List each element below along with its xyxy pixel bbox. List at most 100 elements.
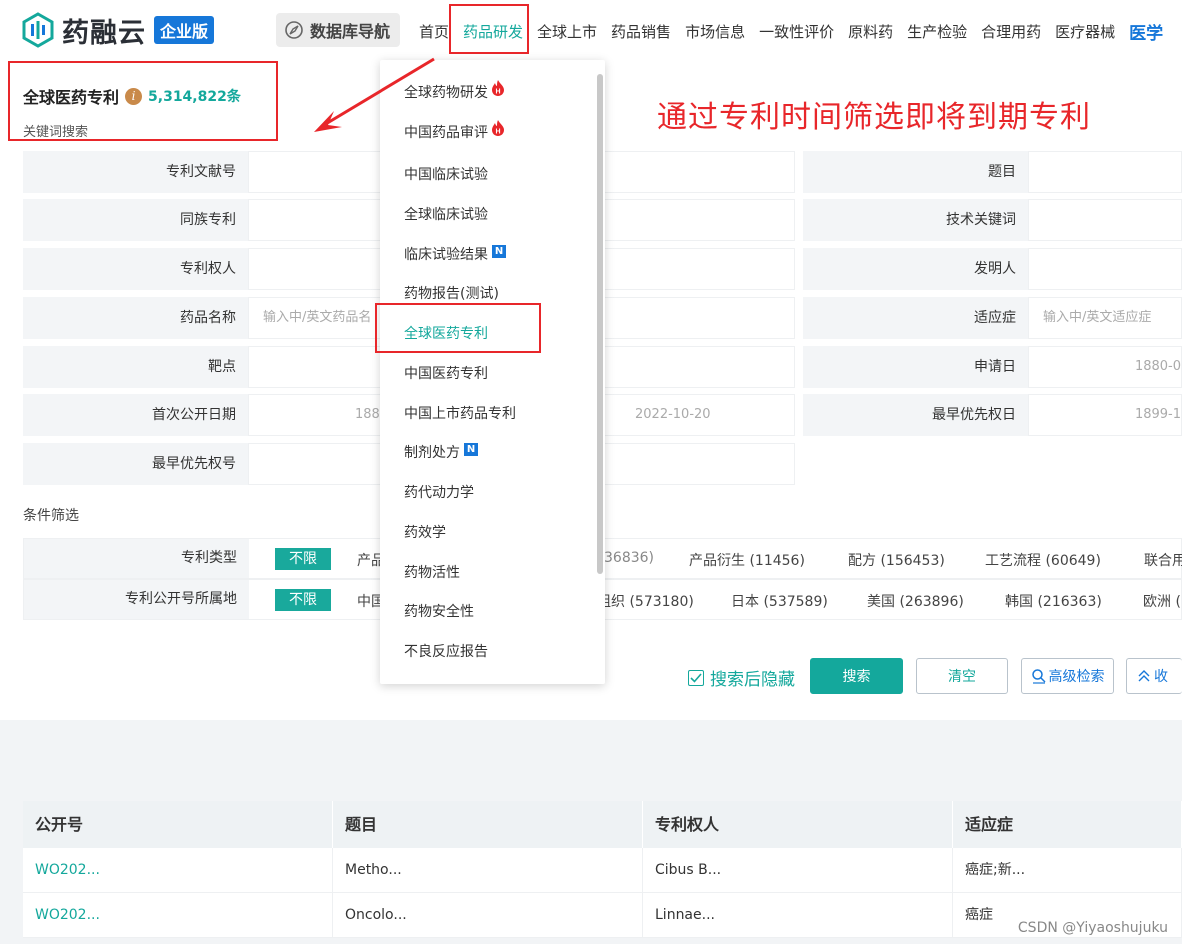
highlight-box-menu-item [375,303,541,353]
indication-input[interactable]: 输入中/英文适应症 [1028,297,1182,339]
column-header[interactable]: 适应症 [953,801,1182,848]
menu-item-label: 中国医药专利 [404,366,488,382]
clear-button[interactable]: 清空 [916,658,1008,694]
table-cell: 癌症;新... [953,848,1182,892]
advanced-search-label: 高级检索 [1048,669,1105,685]
field-row-earliest-priority-date: 最早优先权日 1899-1 [803,394,1182,436]
watermark: CSDN @Yiyaoshujuku [1017,920,1168,936]
table-row[interactable]: WO202... Oncolo... Linnae... 癌症 [23,893,1182,938]
drug-rd-dropdown-menu: 全球药物研发 H 中国药品审评 H 中国临床试验 全球临床试验 临床试验结果 N… [380,60,605,684]
results-table: 公开号 题目 专利权人 适应症 WO202... Metho... Cibus … [23,801,1182,938]
field-label: 靶点 [23,346,248,388]
table-cell: Oncolo... [333,893,643,937]
field-row-application-date: 申请日 1880-0 [803,346,1182,388]
filter-option[interactable]: 欧洲 ( [1143,591,1181,611]
collapse-button[interactable]: 收 [1126,658,1182,694]
check-icon [688,669,704,686]
nav-consistency-eval[interactable]: 一致性评价 [752,21,841,42]
logo[interactable]: 药融云 企业版 [20,10,215,50]
filter-option[interactable]: 韩国 (216363) [1005,591,1102,611]
menu-item-drug-report[interactable]: 药物报告(测试) [404,283,499,303]
menu-item-label: 药物活性 [404,565,460,581]
menu-item-pharmacokinetics[interactable]: 药代动力学 [404,482,474,502]
nav-market-info[interactable]: 市场信息 [678,21,752,42]
publication-number-link[interactable]: WO202... [23,893,333,937]
earliest-priority-date-from[interactable]: 1899-1 [1028,394,1182,436]
field-row-inventor: 发明人 [803,248,1182,290]
table-cell: Cibus B... [643,848,953,892]
filter-label: 专利公开号所属地 [24,580,249,619]
menu-item-pharmacodynamics[interactable]: 药效学 [404,522,446,542]
nav-global-launch[interactable]: 全球上市 [530,21,604,42]
menu-item-clinical-trial-results[interactable]: 临床试验结果 N [404,244,506,264]
menu-item-label: 中国临床试验 [404,167,488,183]
filter-option[interactable]: 36836) [604,550,654,566]
menu-item-drug-safety[interactable]: 药物安全性 [404,601,474,621]
dropdown-scrollbar[interactable] [597,74,603,574]
advanced-search-icon [1031,669,1046,684]
inventor-input[interactable] [1028,248,1182,290]
advanced-search-button[interactable]: 高级检索 [1021,658,1114,694]
filter-option[interactable]: 配方 (156453) [848,550,945,570]
table-header: 公开号 题目 专利权人 适应症 [23,801,1182,848]
application-date-from[interactable]: 1880-0 [1028,346,1182,388]
nav-production-test[interactable]: 生产检验 [900,21,974,42]
date-from[interactable]: 188 [355,395,380,435]
menu-item-global-clinical-trials[interactable]: 全球临床试验 [404,204,488,224]
field-label: 题目 [803,151,1028,193]
hide-after-search-label: 搜索后隐藏 [710,670,795,690]
search-button[interactable]: 搜索 [810,658,903,694]
filter-label: 专利类型 [24,539,249,578]
filter-option[interactable]: 工艺流程 (60649) [985,550,1101,570]
field-row-indication: 适应症 输入中/英文适应症 [803,297,1182,339]
menu-item-label: 全球临床试验 [404,207,488,223]
menu-item-label: 临床试验结果 [404,247,488,263]
nav-medical-devices[interactable]: 医疗器械 [1048,21,1122,42]
collapse-label: 收 [1154,669,1168,685]
menu-item-label: 药物报告(测试) [404,286,499,302]
field-label: 同族专利 [23,199,248,241]
annotation-text: 通过专利时间筛选即将到期专利 [657,100,1091,135]
menu-item-drug-activity[interactable]: 药物活性 [404,562,460,582]
filter-unlimited-tag[interactable]: 不限 [275,547,331,570]
menu-item-label: 药代动力学 [404,485,474,501]
menu-item-china-pharma-patents[interactable]: 中国医药专利 [404,363,488,383]
chevron-up-icon [1138,670,1150,682]
date-to[interactable]: 2022-10-20 [635,395,711,435]
filter-option[interactable]: 日本 (537589) [731,591,828,611]
title-input[interactable] [1028,151,1182,193]
menu-item-china-marketed-drug-patents[interactable]: 中国上市药品专利 [404,403,516,423]
menu-item-label: 制剂处方 [404,445,460,461]
publication-number-link[interactable]: WO202... [23,848,333,892]
column-header[interactable]: 题目 [333,801,643,848]
tech-keyword-input[interactable] [1028,199,1182,241]
nav-rational-use[interactable]: 合理用药 [974,21,1048,42]
menu-item-formulation[interactable]: 制剂处方 N [404,442,478,462]
nav-drug-sales[interactable]: 药品销售 [604,21,678,42]
hide-after-search-checkbox[interactable]: 搜索后隐藏 [688,665,795,690]
menu-item-adverse-reaction-reports[interactable]: 不良反应报告 [404,641,488,661]
field-label: 最早优先权日 [803,394,1028,436]
column-header[interactable]: 公开号 [23,801,333,848]
field-label: 专利权人 [23,248,248,290]
menu-item-china-clinical-trials[interactable]: 中国临床试验 [404,164,488,184]
nav-api[interactable]: 原料药 [841,21,900,42]
filter-option[interactable]: 产品衍生 (11456) [689,550,805,570]
filter-unlimited-tag[interactable]: 不限 [275,588,331,611]
database-nav-button[interactable]: 数据库导航 [276,13,400,47]
field-label: 药品名称 [23,297,248,339]
database-nav-label: 数据库导航 [310,22,391,41]
field-row-title: 题目 [803,151,1182,193]
filter-option[interactable]: 组织 (573180) [597,591,694,611]
highlight-box-title [8,61,278,141]
filter-option[interactable]: 美国 (263896) [867,591,964,611]
filter-option[interactable]: 联合用 [1144,550,1182,570]
field-label: 专利文献号 [23,151,248,193]
column-header[interactable]: 专利权人 [643,801,953,848]
annotation-arrow-icon [314,57,435,132]
field-label: 申请日 [803,346,1028,388]
table-row[interactable]: WO202... Metho... Cibus B... 癌症;新... [23,848,1182,893]
nav-medical[interactable]: 医学 [1122,19,1170,44]
brand-name: 药融云 [62,17,146,49]
new-badge-icon: N [492,244,506,258]
